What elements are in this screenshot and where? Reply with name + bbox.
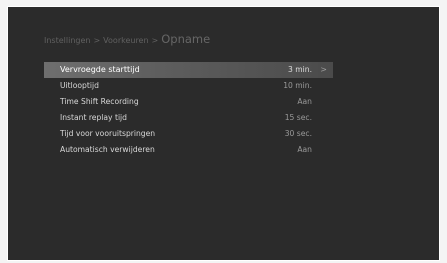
menu-item-value: 10 min. bbox=[283, 81, 312, 90]
menu-item-label: Instant replay tijd bbox=[60, 113, 127, 122]
menu-item-value: 30 sec. bbox=[284, 129, 312, 138]
settings-menu: Vervroegde starttijd 3 min. > Uitlooptij… bbox=[44, 62, 333, 158]
menu-item-label: Automatisch verwijderen bbox=[60, 145, 155, 154]
breadcrumb-separator: > bbox=[151, 36, 159, 45]
menu-item-label: Tijd voor vooruitspringen bbox=[60, 129, 156, 138]
page-title: Opname bbox=[161, 32, 211, 46]
menu-item-value: 15 sec. bbox=[284, 113, 312, 122]
menu-item-automatisch-verwijderen[interactable]: Automatisch verwijderen Aan bbox=[44, 142, 333, 158]
breadcrumb: Instellingen > Voorkeuren > Opname bbox=[44, 32, 210, 50]
breadcrumb-instellingen[interactable]: Instellingen bbox=[44, 36, 90, 45]
menu-item-label: Uitlooptijd bbox=[60, 81, 99, 90]
tv-screen: Instellingen > Voorkeuren > Opname Vervr… bbox=[7, 6, 440, 261]
menu-item-label: Vervroegde starttijd bbox=[60, 65, 140, 74]
breadcrumb-voorkeuren[interactable]: Voorkeuren bbox=[103, 36, 148, 45]
menu-item-value: Aan bbox=[297, 97, 312, 106]
menu-item-time-shift-recording[interactable]: Time Shift Recording Aan bbox=[44, 94, 333, 110]
breadcrumb-separator: > bbox=[93, 36, 101, 45]
menu-item-tijd-voor-vooruitspringen[interactable]: Tijd voor vooruitspringen 30 sec. bbox=[44, 126, 333, 142]
chevron-right-icon: > bbox=[320, 65, 327, 74]
menu-item-label: Time Shift Recording bbox=[60, 97, 139, 106]
menu-item-value: 3 min. bbox=[288, 65, 312, 74]
menu-item-uitlooptijd[interactable]: Uitlooptijd 10 min. bbox=[44, 78, 333, 94]
menu-item-vervroegde-starttijd[interactable]: Vervroegde starttijd 3 min. > bbox=[44, 62, 333, 78]
menu-item-value: Aan bbox=[297, 145, 312, 154]
menu-item-instant-replay-tijd[interactable]: Instant replay tijd 15 sec. bbox=[44, 110, 333, 126]
